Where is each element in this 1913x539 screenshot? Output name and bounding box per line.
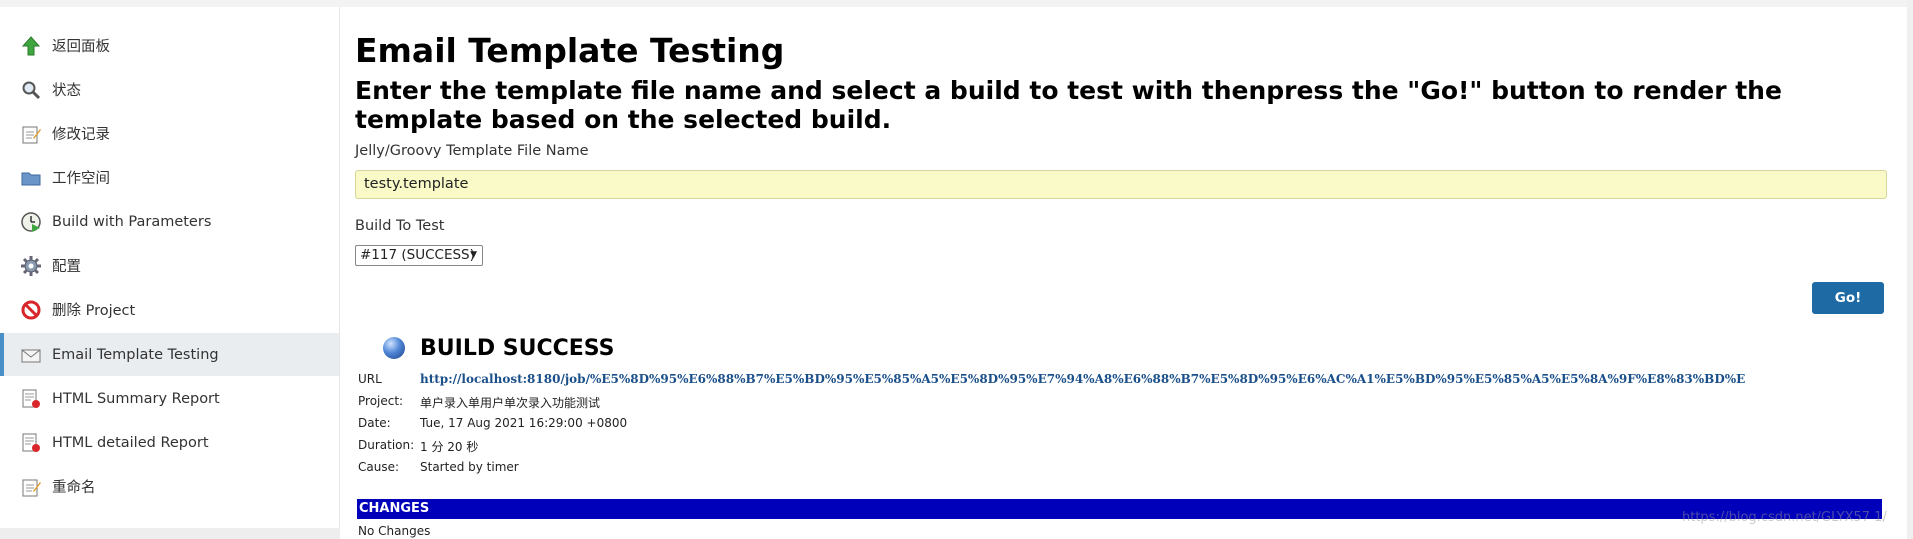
sidebar-item-label: 工作空间	[52, 171, 110, 187]
main-content: Email Template Testing Enter the templat…	[340, 0, 1913, 539]
notepad-icon	[20, 476, 42, 498]
changes-header: CHANGES	[357, 499, 1882, 519]
build-select-value: #117 (SUCCESS)	[360, 247, 475, 263]
sidebar-item-html-detailed-report[interactable]: HTML detailed Report	[0, 421, 339, 464]
info-value: 单户录入单用户单次录入功能测试	[420, 396, 601, 410]
sidebar-item-html-summary-report[interactable]: HTML Summary Report	[0, 377, 339, 420]
watermark: https://blog.csdn.net/GLYX57 1/	[1682, 510, 1887, 525]
sidebar-item-label: 配置	[52, 259, 81, 275]
sidebar-item-label: 修改记录	[52, 127, 110, 143]
sidebar: 返回面板 状态 修改记录 工作空间 Build with Parameters …	[0, 0, 340, 539]
info-key: Duration:	[358, 438, 415, 452]
build-to-test-label: Build To Test	[355, 218, 445, 234]
info-value: Tue, 17 Aug 2021 16:29:00 +0800	[420, 416, 628, 430]
build-status-title: BUILD SUCCESS	[420, 336, 615, 361]
sidebar-item-build-with-parameters[interactable]: Build with Parameters	[0, 200, 339, 243]
sidebar-item-label: HTML detailed Report	[52, 434, 209, 451]
no-changes-text: No Changes	[358, 524, 431, 538]
build-select[interactable]: #117 (SUCCESS) ▼	[355, 245, 483, 266]
sidebar-item-back-to-dashboard[interactable]: 返回面板	[0, 24, 339, 67]
page-title: Email Template Testing	[355, 31, 785, 70]
build-url-link[interactable]: http://localhost:8180/job/%E5%8D%95%E6%8…	[420, 372, 1745, 386]
sidebar-item-label: 状态	[52, 83, 81, 99]
clock-play-icon	[20, 211, 42, 233]
chevron-down-icon: ▼	[470, 250, 477, 260]
sidebar-top-strip	[0, 0, 340, 7]
info-value: Started by timer	[420, 460, 519, 474]
sidebar-item-rename[interactable]: 重命名	[0, 465, 339, 508]
sidebar-item-label: 返回面板	[52, 39, 110, 55]
blue-ball-status-icon	[383, 337, 405, 359]
sidebar-item-delete-project[interactable]: 删除 Project	[0, 288, 339, 331]
notepad-icon	[20, 123, 42, 145]
main-top-strip	[340, 0, 1913, 7]
scrollbar-edge[interactable]	[1907, 0, 1913, 539]
info-value: 1 分 20 秒	[420, 440, 479, 454]
sidebar-item-changes[interactable]: 修改记录	[0, 112, 339, 155]
folder-icon	[20, 167, 42, 189]
info-key: URL	[358, 372, 382, 386]
sidebar-item-label: 删除 Project	[52, 303, 136, 319]
info-key: Date:	[358, 416, 391, 430]
no-entry-icon	[20, 299, 42, 321]
envelope-icon	[20, 344, 42, 366]
info-key: Project:	[358, 394, 404, 408]
template-file-label: Jelly/Groovy Template File Name	[355, 143, 589, 159]
sidebar-item-configure[interactable]: 配置	[0, 244, 339, 287]
info-key: Cause:	[358, 460, 400, 474]
template-file-input[interactable]: testy.template	[355, 170, 1887, 199]
report-icon	[20, 388, 42, 410]
sidebar-item-workspace[interactable]: 工作空间	[0, 156, 339, 199]
page-instructions: Enter the template file name and select …	[355, 76, 1782, 134]
up-arrow-icon	[20, 35, 42, 57]
gear-icon	[20, 255, 42, 277]
sidebar-item-label: 重命名	[52, 480, 96, 496]
report-icon	[20, 432, 42, 454]
sidebar-item-label: Build with Parameters	[52, 213, 212, 230]
sidebar-item-email-template-testing[interactable]: Email Template Testing	[0, 333, 339, 376]
sidebar-item-status[interactable]: 状态	[0, 68, 339, 111]
sidebar-item-label: Email Template Testing	[52, 346, 219, 363]
search-icon	[20, 79, 42, 101]
sidebar-bottom-strip	[0, 528, 340, 539]
go-button[interactable]: Go!	[1812, 282, 1884, 314]
sidebar-item-label: HTML Summary Report	[52, 390, 220, 407]
